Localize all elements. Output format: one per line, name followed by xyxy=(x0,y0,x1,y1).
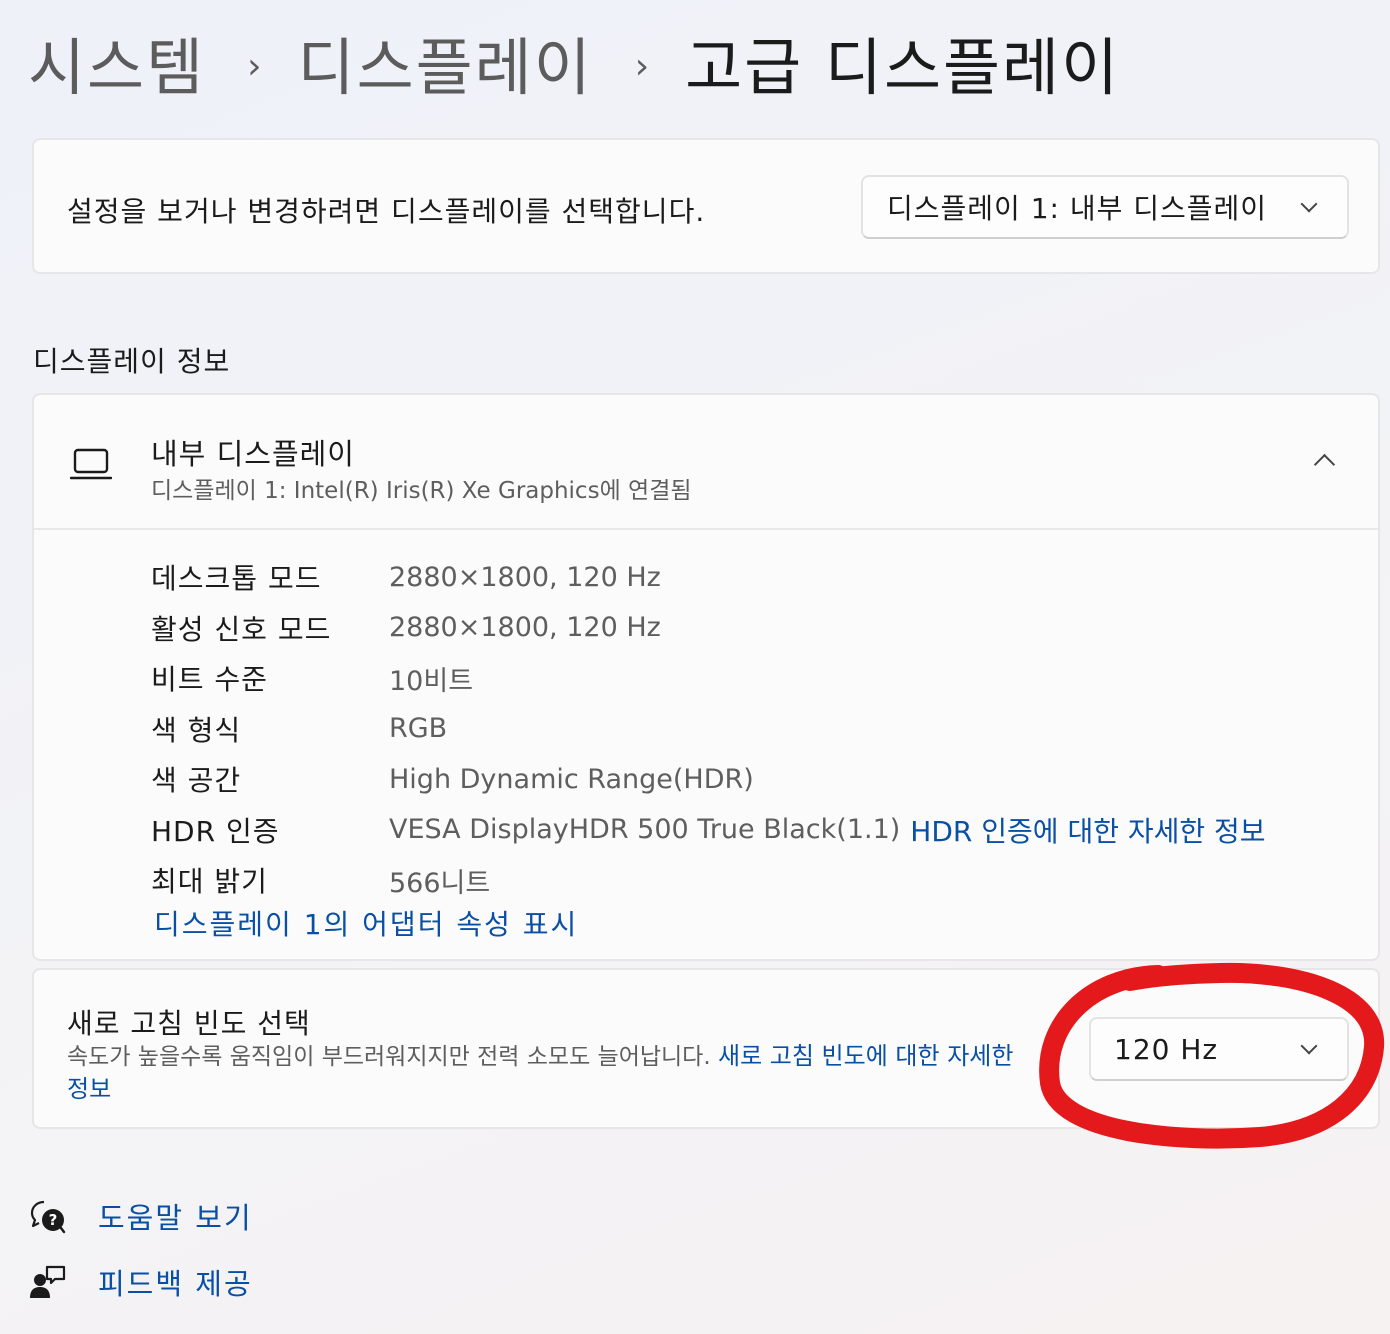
chevron-down-icon xyxy=(1300,1037,1318,1055)
spec-label: 색 공간 xyxy=(151,764,242,798)
help-link[interactable]: ? 도움말 보기 xyxy=(30,1198,251,1235)
spec-row: 최대 밝기 566니트 xyxy=(151,855,1266,906)
spec-value: RGB xyxy=(389,713,448,745)
section-title-display-info: 디스플레이 정보 xyxy=(33,345,231,378)
spec-list: 데스크톱 모드 2880×1800, 120 Hz 활성 신호 모드 2880×… xyxy=(151,552,1266,906)
spec-row: 색 형식 RGB xyxy=(151,704,1266,755)
refresh-rate-title: 새로 고침 빈도 선택 xyxy=(67,1007,311,1040)
spec-value: 566니트 xyxy=(389,867,491,899)
spec-row: 색 공간 High Dynamic Range(HDR) xyxy=(151,754,1266,805)
spec-label: 최대 밝기 xyxy=(151,865,268,899)
spec-value: VESA DisplayHDR 500 True Black(1.1) xyxy=(389,814,901,846)
breadcrumb: 시스템 › 디스플레이 › 고급 디스플레이 xyxy=(28,22,1120,104)
chevron-down-icon xyxy=(1300,195,1318,213)
spec-value: High Dynamic Range(HDR) xyxy=(389,763,754,795)
spec-label: 비트 수준 xyxy=(151,663,268,697)
spec-label: HDR 인증 xyxy=(151,814,280,848)
spec-value: 10비트 xyxy=(389,665,474,697)
display-select-dropdown[interactable]: 디스플레이 1: 내부 디스플레이 xyxy=(861,175,1349,239)
feedback-label: 피드백 제공 xyxy=(98,1267,253,1301)
breadcrumb-item-display[interactable]: 디스플레이 xyxy=(298,17,593,107)
refresh-rate-card: 새로 고침 빈도 선택 속도가 높을수록 움직임이 부드러워지지만 전력 소모도… xyxy=(32,968,1380,1129)
display-info-header[interactable]: 내부 디스플레이 디스플레이 1: Intel(R) Iris(R) Xe Gr… xyxy=(34,395,1378,530)
refresh-rate-description: 속도가 높을수록 움직임이 부드러워지지만 전력 소모도 늘어납니다. xyxy=(67,1044,711,1070)
spec-label: 데스크톱 모드 xyxy=(151,562,322,596)
display-select-description: 설정을 보거나 변경하려면 디스플레이를 선택합니다. xyxy=(67,195,706,228)
breadcrumb-separator: › xyxy=(634,45,650,87)
help-label: 도움말 보기 xyxy=(98,1201,253,1235)
refresh-rate-description-block: 속도가 높을수록 움직임이 부드러워지지만 전력 소모도 늘어납니다. 새로 고… xyxy=(67,1040,1042,1106)
chevron-up-icon[interactable] xyxy=(1313,453,1336,476)
spec-label: 색 형식 xyxy=(151,713,242,747)
spec-row: 데스크톱 모드 2880×1800, 120 Hz xyxy=(151,552,1266,603)
feedback-link[interactable]: 피드백 제공 xyxy=(30,1264,251,1301)
help-icon: ? xyxy=(30,1200,66,1234)
breadcrumb-item-system[interactable]: 시스템 xyxy=(28,17,205,107)
feedback-icon xyxy=(30,1265,66,1298)
adapter-properties-link[interactable]: 디스플레이 1의 어댑터 속성 표시 xyxy=(154,903,578,943)
display-info-card: 내부 디스플레이 디스플레이 1: Intel(R) Iris(R) Xe Gr… xyxy=(32,393,1380,961)
breadcrumb-separator: › xyxy=(247,45,262,87)
display-info-title: 내부 디스플레이 xyxy=(151,437,355,471)
refresh-rate-dropdown[interactable]: 120 Hz xyxy=(1089,1017,1349,1081)
spec-row: 활성 신호 모드 2880×1800, 120 Hz xyxy=(151,603,1266,654)
spec-row: 비트 수준 10비트 xyxy=(151,653,1266,704)
display-info-subtitle: 디스플레이 1: Intel(R) Iris(R) Xe Graphics에 연… xyxy=(151,478,692,504)
spec-label: 활성 신호 모드 xyxy=(151,612,332,646)
spec-value: 2880×1800, 120 Hz xyxy=(389,612,661,644)
laptop-icon xyxy=(70,448,112,480)
display-select-card: 설정을 보거나 변경하려면 디스플레이를 선택합니다. 디스플레이 1: 내부 … xyxy=(32,138,1380,274)
spec-value: 2880×1800, 120 Hz xyxy=(389,561,661,593)
svg-text:?: ? xyxy=(49,1211,58,1229)
display-select-value: 디스플레이 1: 내부 디스플레이 xyxy=(887,192,1268,225)
refresh-rate-value: 120 Hz xyxy=(1114,1032,1219,1066)
spec-row: HDR 인증 VESA DisplayHDR 500 True Black(1.… xyxy=(151,805,1266,856)
page-title: 고급 디스플레이 xyxy=(685,31,1121,104)
hdr-certification-link[interactable]: HDR 인증에 대한 자세한 정보 xyxy=(910,810,1265,850)
